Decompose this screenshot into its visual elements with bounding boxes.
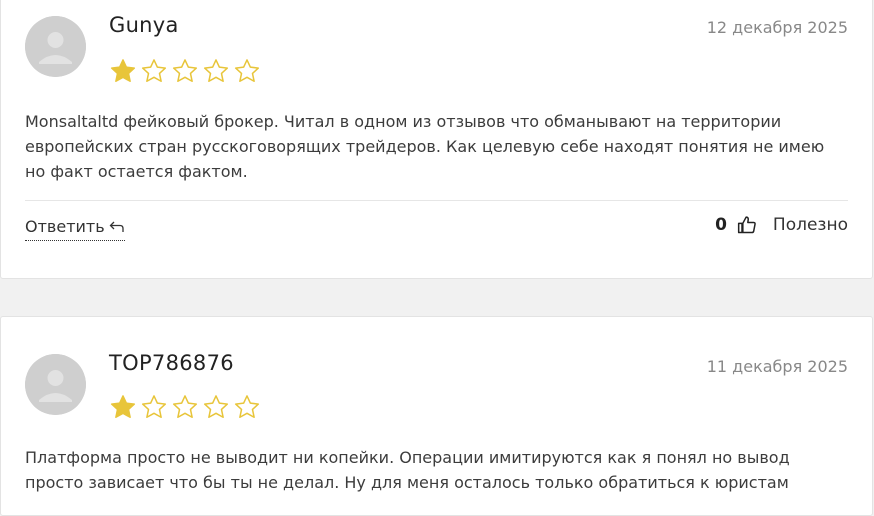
star-icon [234, 59, 260, 83]
review-date: 12 декабря 2025 [706, 18, 848, 37]
star-icon [172, 395, 198, 419]
review-author: Gunya [109, 13, 179, 37]
divider [25, 200, 848, 201]
star-icon [110, 59, 136, 83]
reply-arrow-icon [109, 221, 124, 232]
review-text: Платформа просто не выводит ни копейки. … [25, 448, 790, 492]
review-date: 11 декабря 2025 [706, 357, 848, 376]
avatar-placeholder-icon [25, 354, 86, 415]
review-text: Monsaltaltd фейковый брокер. Читал в одн… [25, 112, 825, 181]
rating-stars [109, 393, 261, 421]
star-icon [141, 395, 167, 419]
avatar [25, 354, 86, 415]
thumbs-up-icon[interactable] [737, 215, 757, 235]
review-card: Gunya 12 декабря 2025 Monsaltaltd фейков… [0, 0, 873, 279]
star-icon [172, 59, 198, 83]
star-icon [203, 59, 229, 83]
useful-button[interactable]: Полезно [773, 215, 848, 235]
review-card: TOP786876 11 декабря 2025 Платформа прос… [0, 316, 873, 516]
star-icon [110, 395, 136, 419]
review-author: TOP786876 [109, 351, 234, 375]
star-icon [234, 395, 260, 419]
reply-button[interactable]: Ответить [25, 217, 125, 241]
vote-box: 0 Полезно [715, 215, 848, 235]
avatar-placeholder-icon [25, 16, 86, 77]
vote-count: 0 [715, 215, 727, 235]
avatar [25, 16, 86, 77]
star-icon [203, 395, 229, 419]
star-icon [141, 59, 167, 83]
reply-label: Ответить [25, 217, 105, 236]
rating-stars [109, 57, 261, 85]
